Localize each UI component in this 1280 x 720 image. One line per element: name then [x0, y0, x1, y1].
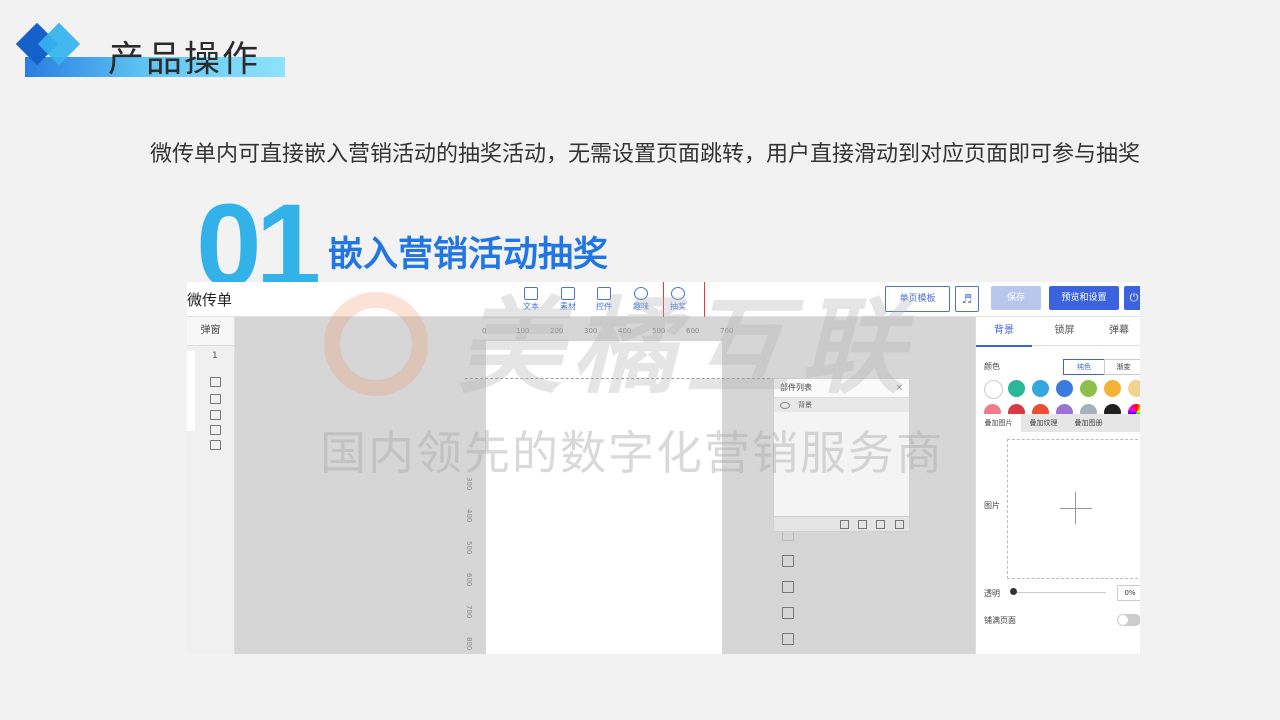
folder-icon[interactable] — [876, 520, 885, 529]
fill-page-label: 铺满页面 — [984, 616, 1016, 625]
tab-background[interactable]: 背景 — [976, 317, 1032, 347]
watermark-ring-icon — [324, 292, 428, 396]
music-button[interactable]: ♬ — [955, 286, 979, 312]
preview-settings-button[interactable]: 预览和设置 — [1049, 286, 1119, 310]
color-swatch[interactable] — [1104, 380, 1121, 397]
watermark-slogan: 国内领先的数字化营销服务商 — [320, 426, 944, 480]
opacity-slider[interactable] — [1014, 592, 1106, 593]
tab-popup[interactable]: 弹窗 — [187, 317, 234, 346]
ruler-tick: 800 — [465, 637, 473, 651]
fill-page-toggle[interactable] — [1117, 614, 1140, 626]
component-list-footer — [774, 516, 909, 531]
copy-icon[interactable] — [210, 425, 221, 435]
group-icon[interactable] — [840, 520, 849, 529]
color-swatch[interactable] — [1008, 380, 1025, 397]
delete-icon[interactable] — [895, 520, 904, 529]
ruler-tick: 500 — [465, 541, 473, 555]
copy-icon[interactable] — [858, 520, 867, 529]
color-swatch[interactable] — [1056, 380, 1073, 397]
slide-title: 产品操作 — [108, 39, 261, 80]
pages-panel: 弹窗 1 — [187, 317, 235, 654]
color-swatch[interactable] — [1032, 380, 1049, 397]
layout-icon[interactable] — [782, 581, 794, 593]
color-swatch[interactable] — [1128, 380, 1140, 397]
slide-description: 微传单内可直接嵌入营销活动的抽奖活动，无需设置页面跳转，用户直接滑动到对应页面即… — [150, 142, 1141, 167]
solid-color-toggle[interactable]: 纯色 — [1063, 359, 1105, 375]
ruler-tick: 700 — [465, 605, 473, 619]
save-button[interactable]: 保存 — [991, 286, 1041, 310]
ruler-tick: 400 — [465, 509, 473, 523]
app-brand: 微传单 — [187, 291, 233, 309]
plus-icon — [1060, 508, 1092, 509]
image-upload-area[interactable] — [1007, 439, 1140, 579]
color-label: 颜色 — [984, 362, 1000, 371]
page-thumbnail[interactable] — [187, 351, 195, 431]
ruler-tick: 600 — [465, 573, 473, 587]
page-setting-icon[interactable] — [210, 394, 221, 404]
watermark-logo: 美橘互联 — [458, 286, 915, 408]
layers-icon[interactable] — [782, 555, 794, 567]
star-icon[interactable] — [210, 410, 221, 420]
download-icon[interactable] — [782, 633, 794, 645]
power-button[interactable]: ⏻ — [1124, 286, 1140, 310]
opacity-label: 透明 — [984, 589, 1000, 598]
opacity-value[interactable]: 0% — [1117, 585, 1140, 601]
tab-lockscreen[interactable]: 锁屏 — [1032, 317, 1097, 346]
mobile-icon[interactable] — [782, 607, 794, 619]
color-swatch[interactable] — [984, 380, 1003, 399]
properties-panel: 背景 锁屏 弹幕 颜色 纯色 渐变 叠加图片 叠加纹理 叠加图册 图片 透明 0… — [975, 317, 1140, 654]
opacity-slider-handle[interactable] — [1010, 588, 1017, 595]
tab-overlay-album[interactable]: 叠加图册 — [1066, 414, 1111, 432]
tab-overlay-texture[interactable]: 叠加纹理 — [1021, 414, 1066, 432]
tab-overlay-image[interactable]: 叠加图片 — [976, 414, 1021, 432]
delete-icon[interactable] — [210, 440, 221, 450]
gradient-color-toggle[interactable]: 渐变 — [1104, 359, 1140, 375]
color-swatch[interactable] — [1080, 380, 1097, 397]
overlay-tabs: 叠加图片 叠加纹理 叠加图册 — [976, 414, 1140, 432]
tab-danmaku[interactable]: 弹幕 — [1097, 317, 1140, 346]
add-page-icon[interactable] — [210, 377, 221, 387]
plus-icon-vertical — [1075, 492, 1076, 524]
image-label: 图片 — [984, 501, 1000, 510]
page-number: 1 — [212, 351, 218, 361]
